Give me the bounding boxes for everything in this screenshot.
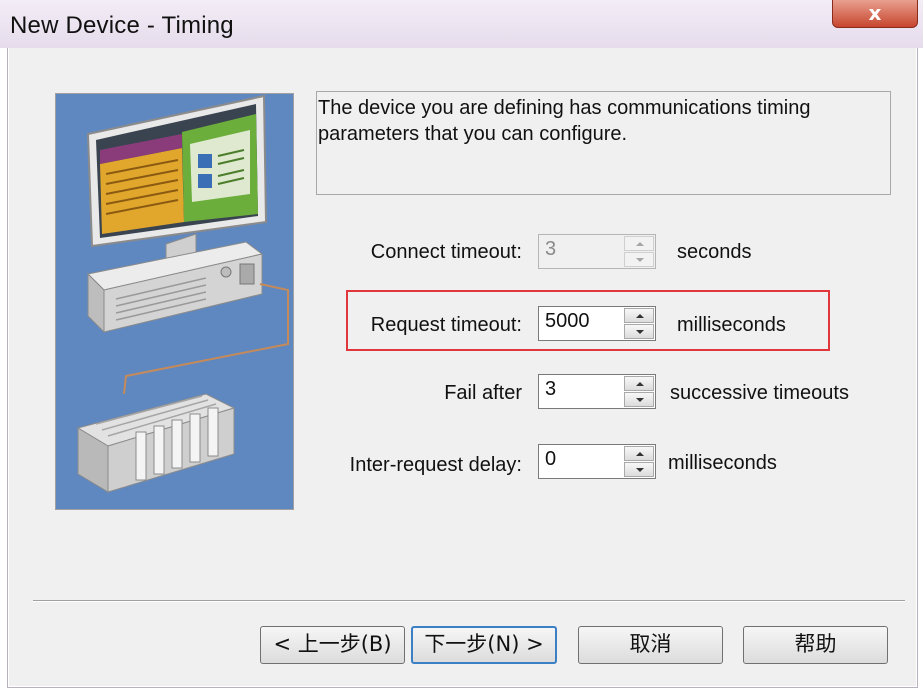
computer-and-plc-illustration [56, 94, 293, 509]
inter-request-delay-spinner[interactable]: 0 [538, 444, 656, 479]
footer-separator [33, 600, 905, 602]
description-panel: The device you are defining has communic… [316, 91, 891, 195]
fail-after-spinner[interactable]: 3 [538, 374, 656, 409]
request-timeout-value[interactable]: 5000 [545, 310, 590, 333]
close-icon: x [868, 1, 882, 25]
inter-request-delay-unit: milliseconds [668, 452, 777, 474]
connect-timeout-decrement-button [624, 252, 654, 267]
window-title: New Device - Timing [10, 12, 234, 39]
next-button[interactable]: 下一步(N) > [411, 626, 557, 664]
connect-timeout-value: 3 [545, 238, 557, 260]
title-bar: New Device - Timing x [0, 0, 923, 48]
back-button[interactable]: < 上一步(B) [260, 626, 405, 664]
inter-request-delay-label: Inter-request delay: [349, 454, 522, 476]
spin-up-arrow-icon [636, 452, 644, 456]
spin-up-arrow-icon [636, 382, 644, 386]
fail-after-decrement-button[interactable] [624, 392, 654, 407]
fail-after-unit: successive timeouts [670, 382, 849, 404]
spin-up-arrow-icon [636, 242, 644, 246]
spin-down-arrow-icon [636, 468, 644, 472]
fail-after-increment-button[interactable] [624, 376, 654, 391]
inter-request-delay-spin-buttons[interactable] [624, 446, 654, 477]
spin-down-arrow-icon [636, 330, 644, 334]
request-timeout-spin-buttons[interactable] [624, 308, 654, 339]
inter-request-delay-decrement-button[interactable] [624, 462, 654, 477]
connect-timeout-spinner: 3 [538, 234, 656, 269]
fail-after-label: Fail after [444, 382, 522, 404]
cancel-button[interactable]: 取消 [578, 626, 723, 664]
connect-timeout-spin-buttons [624, 236, 654, 267]
request-timeout-label: Request timeout: [370, 314, 522, 336]
description-text: The device you are defining has communic… [318, 97, 811, 145]
close-button[interactable]: x [832, 0, 918, 28]
spin-up-arrow-icon [636, 314, 644, 318]
request-timeout-increment-button[interactable] [624, 308, 654, 323]
request-timeout-unit: milliseconds [677, 314, 786, 336]
request-timeout-decrement-button[interactable] [624, 324, 654, 339]
inter-request-delay-increment-button[interactable] [624, 446, 654, 461]
connect-timeout-unit: seconds [677, 241, 752, 263]
help-button[interactable]: 帮助 [743, 626, 888, 664]
fail-after-spin-buttons[interactable] [624, 376, 654, 407]
inter-request-delay-value[interactable]: 0 [545, 448, 556, 471]
fail-after-value[interactable]: 3 [545, 378, 556, 401]
connect-timeout-increment-button [624, 236, 654, 251]
spin-down-arrow-icon [636, 258, 644, 262]
device-illustration [55, 93, 294, 510]
spin-down-arrow-icon [636, 398, 644, 402]
request-timeout-spinner[interactable]: 5000 [538, 306, 656, 341]
connect-timeout-label: Connect timeout: [370, 241, 522, 263]
